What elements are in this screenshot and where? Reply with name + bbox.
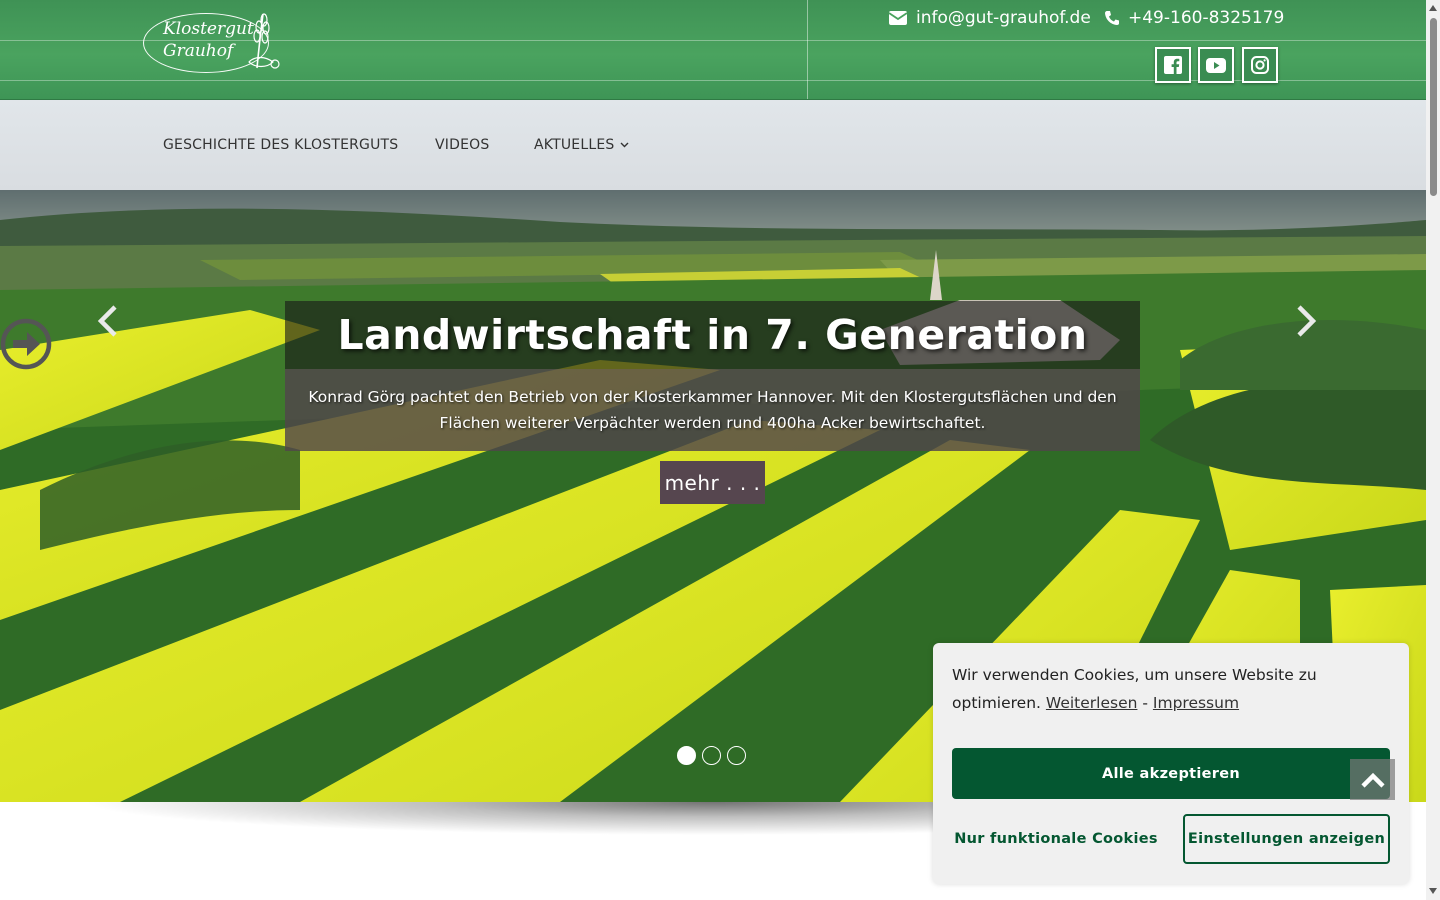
scroll-up-arrow[interactable]	[1429, 5, 1437, 11]
wheat-icon	[248, 13, 280, 69]
logo-line-2: Grauhof	[163, 41, 234, 61]
instagram-button[interactable]	[1242, 47, 1278, 83]
arrow-circle-right-icon	[0, 318, 52, 370]
site-logo[interactable]: Klostergut Grauhof	[143, 10, 283, 74]
phone-text: +49-160-8325179	[1128, 8, 1285, 28]
main-navigation: GESCHICHTE DES KLOSTERGUTS VIDEOS AKTUEL…	[0, 100, 1426, 190]
accept-all-button[interactable]: Alle akzeptieren	[952, 748, 1390, 799]
cookie-banner: Wir verwenden Cookies, um unsere Website…	[933, 643, 1409, 884]
chevron-right-icon	[1297, 305, 1317, 337]
show-settings-button[interactable]: Einstellungen anzeigen	[1183, 814, 1390, 864]
nav-item-videos[interactable]: VIDEOS	[435, 137, 489, 153]
carousel-indicators	[677, 746, 746, 765]
carousel-indicator[interactable]	[727, 746, 746, 765]
imprint-link[interactable]: Impressum	[1153, 694, 1239, 712]
hero-title: Landwirtschaft in 7. Generation	[337, 311, 1088, 359]
chevron-down-icon	[620, 142, 629, 148]
link-separator: -	[1142, 694, 1148, 712]
carousel-next-button[interactable]	[1286, 300, 1326, 342]
scroll-down-arrow[interactable]	[1429, 888, 1437, 894]
nav-item-label: AKTUELLES	[534, 137, 615, 153]
facebook-icon	[1164, 56, 1182, 74]
caption-title-box: Landwirtschaft in 7. Generation	[285, 301, 1140, 369]
phone-icon	[1105, 11, 1119, 25]
email-text: info@gut-grauhof.de	[916, 8, 1091, 28]
phone-contact[interactable]: +49-160-8325179	[1104, 6, 1284, 30]
header-divider	[807, 0, 808, 99]
hero-text: Konrad Görg pachtet den Betrieb von der …	[308, 388, 1117, 432]
nav-item-label: GESCHICHTE DES KLOSTERGUTS	[163, 137, 399, 153]
carousel-indicator[interactable]	[677, 746, 696, 765]
chevron-left-icon	[97, 305, 117, 337]
instagram-icon	[1251, 56, 1269, 74]
chevron-up-icon	[1360, 772, 1385, 788]
nav-item-geschichte[interactable]: GESCHICHTE DES KLOSTERGUTS	[163, 137, 398, 153]
carousel-prev-button[interactable]	[88, 300, 128, 342]
side-toggle-button[interactable]	[0, 318, 52, 370]
more-button[interactable]: mehr . . .	[660, 461, 765, 504]
top-header: Klostergut Grauhof info@gut-grauhof.de +…	[0, 0, 1426, 100]
back-to-top-button[interactable]	[1350, 759, 1395, 800]
nav-item-label: VIDEOS	[435, 137, 490, 153]
page-scrollbar[interactable]	[1426, 0, 1440, 900]
youtube-button[interactable]	[1198, 47, 1234, 83]
carousel-indicator[interactable]	[702, 746, 721, 765]
cookie-message: Wir verwenden Cookies, um unsere Website…	[952, 661, 1372, 717]
envelope-icon	[888, 11, 908, 25]
caption-text-box: Konrad Görg pachtet den Betrieb von der …	[285, 369, 1140, 451]
logo-line-1: Klostergut	[163, 19, 254, 39]
scroll-thumb[interactable]	[1430, 18, 1437, 196]
email-contact[interactable]: info@gut-grauhof.de	[888, 6, 1091, 30]
read-more-link[interactable]: Weiterlesen	[1046, 694, 1138, 712]
nav-item-aktuelles[interactable]: AKTUELLES	[534, 137, 629, 153]
functional-cookies-button[interactable]: Nur funktionale Cookies	[952, 814, 1160, 864]
youtube-icon	[1206, 57, 1226, 73]
facebook-button[interactable]	[1155, 47, 1191, 83]
